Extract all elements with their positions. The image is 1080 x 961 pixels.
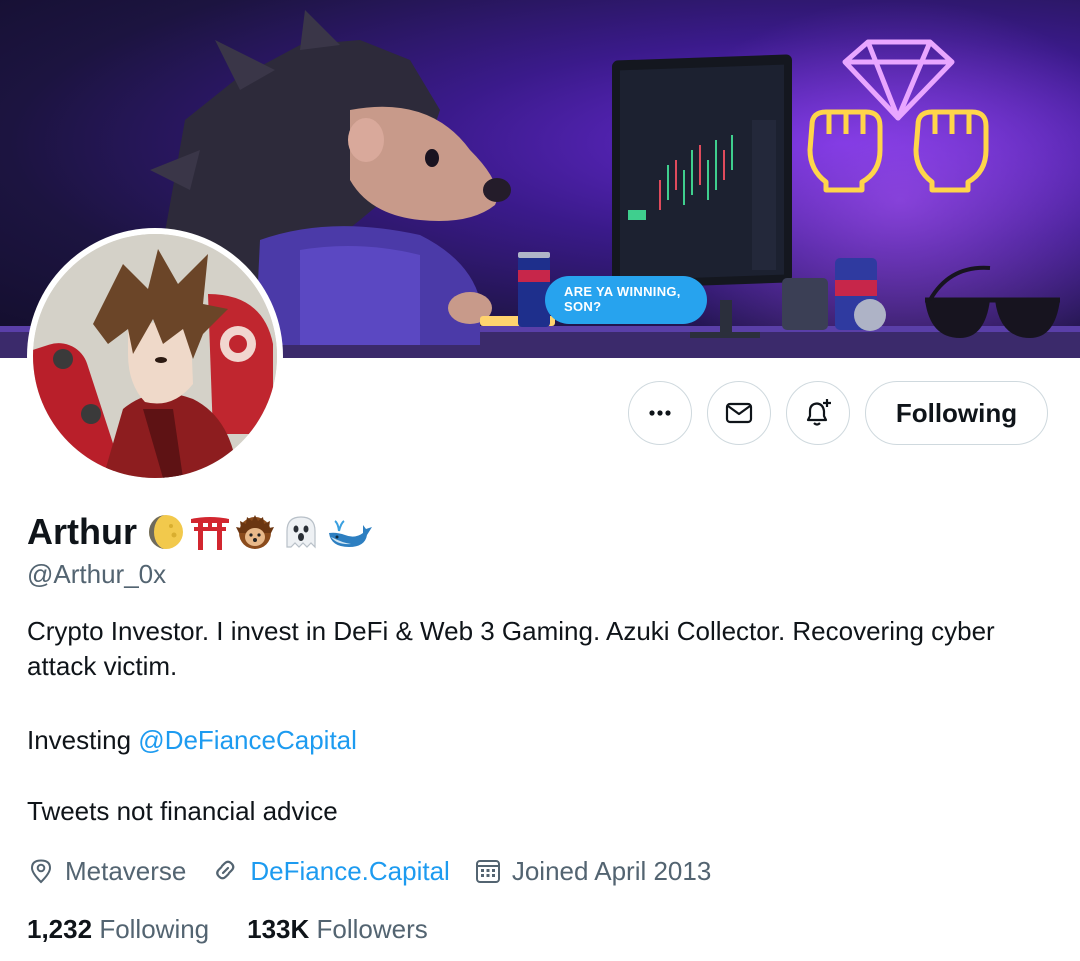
bio-investing-prefix: Investing	[27, 725, 139, 755]
bubble-text-line-1: ARE YA WINNING,	[564, 284, 681, 299]
bio-text: Crypto Investor. I invest in DeFi & Web …	[27, 616, 995, 681]
avatar-image	[33, 234, 277, 478]
joined-text: Joined April 2013	[511, 855, 712, 886]
display-name: Arthur	[27, 511, 137, 552]
followers-label: Followers	[316, 913, 428, 944]
speech-bubble: ARE YA WINNING, SON?	[545, 276, 707, 324]
joined-item: Joined April 2013	[474, 856, 711, 887]
calendar-icon	[475, 860, 500, 883]
name-row: Arthur	[27, 510, 373, 554]
following-label: Following	[99, 913, 210, 944]
profile-avatar[interactable]	[27, 228, 283, 484]
anime-character-skateboard-avatar	[33, 234, 277, 478]
bio-investing-line: Investing @DeFianceCapital	[27, 723, 1057, 758]
crescent-moon-icon	[149, 515, 183, 549]
followers-count: 133K	[247, 913, 310, 944]
torii-gate-icon	[191, 517, 229, 550]
bell-plus-icon	[806, 399, 831, 426]
notifications-button[interactable]	[786, 381, 850, 445]
bubble-text-line-2: SON?	[564, 299, 602, 314]
location-item: Metaverse	[27, 856, 186, 887]
website-link[interactable]: DeFiance.Capital	[250, 856, 449, 887]
followers-stat-link[interactable]: 133K Followers	[247, 914, 428, 945]
following-count: 1,232	[27, 913, 93, 944]
profile-meta: Metaverse DeFiance.Capital Joined April …	[27, 852, 735, 890]
bio-disclaimer: Tweets not financial advice	[27, 796, 338, 826]
profile-page: ARE YA WINNING, SON? Following Arthur @A…	[0, 0, 1080, 961]
more-horizontal-icon	[649, 410, 671, 416]
whale-icon	[329, 520, 372, 547]
message-button[interactable]	[707, 381, 771, 445]
envelope-icon	[725, 402, 753, 424]
more-options-button[interactable]	[628, 381, 692, 445]
location-pin-icon	[30, 859, 52, 884]
hedgehog-icon	[236, 515, 274, 549]
following-button[interactable]: Following	[865, 381, 1048, 445]
ghost-icon	[286, 516, 316, 549]
name-emojis	[147, 513, 373, 551]
link-icon	[216, 860, 235, 880]
location-text: Metaverse	[65, 855, 187, 886]
mention-link[interactable]: @DeFianceCapital	[138, 725, 357, 755]
follow-stats: 1,232 Following 133K Followers	[27, 911, 466, 947]
soda-can	[518, 252, 550, 327]
user-handle: @Arthur_0x	[27, 559, 167, 589]
website-item: DeFiance.Capital	[210, 856, 450, 887]
following-stat-link[interactable]: 1,232 Following	[27, 914, 209, 945]
